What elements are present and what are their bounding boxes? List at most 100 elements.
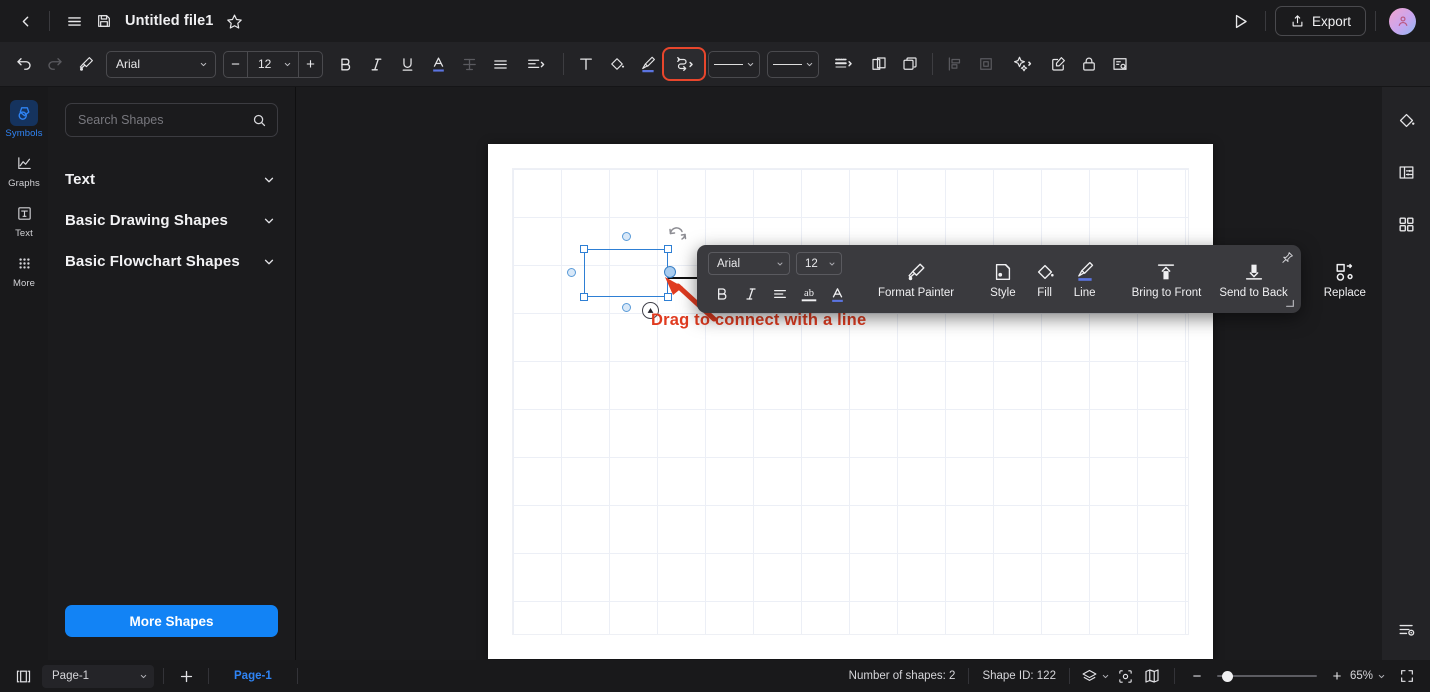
chevron-down-icon[interactable] [262, 173, 276, 187]
text-align-button[interactable] [485, 49, 515, 79]
back-button[interactable] [10, 6, 40, 36]
font-color-button[interactable] [423, 49, 453, 79]
edit-pencil-icon [1052, 57, 1065, 71]
line-style-select[interactable] [708, 50, 760, 78]
format-italic-button[interactable] [737, 281, 764, 307]
format-align-button[interactable] [766, 281, 793, 307]
resize-handle-bl[interactable] [580, 293, 588, 301]
format-font-size-select[interactable]: 12 [796, 252, 842, 275]
format-fill-item[interactable]: Fill [1025, 252, 1065, 307]
right-rail-panel-settings-button[interactable] [1390, 157, 1422, 187]
category-basic-flowchart-shapes[interactable]: Basic Flowchart Shapes [65, 241, 278, 282]
format-painter-button[interactable] [71, 49, 101, 79]
italic-button[interactable] [361, 49, 391, 79]
page-tab-page-1[interactable]: Page-1 [218, 670, 288, 682]
fullscreen-button[interactable] [1394, 664, 1420, 688]
line-width-button[interactable] [823, 49, 863, 79]
undo-button[interactable] [9, 49, 39, 79]
effects-button[interactable] [1002, 49, 1042, 79]
format-font-family-select[interactable]: Arial [708, 252, 790, 275]
category-basic-drawing-shapes[interactable]: Basic Drawing Shapes [65, 200, 278, 241]
format-line-item[interactable]: Line [1065, 252, 1105, 307]
main-menu-button[interactable] [59, 6, 89, 36]
font-family-select[interactable]: Arial [106, 50, 216, 78]
right-rail-apps-button[interactable] [1390, 209, 1422, 239]
replace-shape-item[interactable]: Replace [1315, 252, 1375, 307]
zoom-slider-thumb[interactable] [1221, 670, 1233, 682]
connector-tool-button[interactable] [662, 47, 706, 81]
canvas-area[interactable]: Drag to connect with a line Arial 12 ab … [296, 87, 1382, 660]
shape-rectangle-selected[interactable] [584, 249, 668, 297]
edit-button[interactable] [1043, 49, 1073, 79]
favorite-button[interactable] [219, 6, 249, 36]
map-overview-button[interactable] [1139, 664, 1165, 688]
zoom-out-button[interactable]: − [1184, 664, 1210, 688]
line-spacing-button[interactable] [516, 49, 556, 79]
chevron-down-icon[interactable] [262, 255, 276, 269]
sidebar-item-symbols[interactable]: Symbols [2, 95, 46, 143]
right-rail-fill-button[interactable] [1390, 105, 1422, 135]
play-triangle-icon [1236, 14, 1248, 28]
crop-button[interactable] [971, 49, 1001, 79]
font-size-decrease-button[interactable]: − [224, 52, 247, 77]
strikethrough-button[interactable] [454, 49, 484, 79]
font-size-increase-button[interactable]: + [299, 52, 322, 77]
toggle-panel-button[interactable] [10, 664, 36, 688]
font-size-stepper[interactable]: − 12 + [223, 50, 323, 78]
resize-grip-icon[interactable] [1285, 298, 1295, 308]
group-button[interactable] [864, 49, 894, 79]
add-page-button[interactable] [173, 664, 199, 688]
resize-handle-tl[interactable] [580, 245, 588, 253]
chevron-down-icon[interactable] [262, 214, 276, 228]
align-objects-button[interactable] [940, 49, 970, 79]
more-shapes-button[interactable]: More Shapes [65, 605, 278, 637]
connection-point-left[interactable] [567, 268, 576, 277]
sidebar-item-more[interactable]: More [2, 245, 46, 293]
lock-button[interactable] [1074, 49, 1104, 79]
bold-button[interactable] [330, 49, 360, 79]
page-select[interactable]: Page-1 [42, 664, 154, 688]
zoom-level-select[interactable]: 65% [1350, 670, 1386, 682]
sidebar-item-graphs[interactable]: Graphs [2, 145, 46, 193]
arrow-style-select[interactable] [767, 50, 819, 78]
layers-button[interactable] [1079, 664, 1113, 688]
divider [1068, 668, 1070, 684]
rotate-handle-icon[interactable] [668, 226, 688, 242]
map-overview-icon [1145, 669, 1159, 683]
format-painter-item[interactable]: Format Painter [869, 252, 963, 307]
search-icon[interactable] [252, 113, 267, 128]
export-button[interactable]: Export [1274, 6, 1366, 36]
font-size-select[interactable]: 12 [247, 51, 299, 77]
format-font-color-button[interactable] [824, 281, 851, 307]
connection-point-top[interactable] [622, 232, 631, 241]
grid-apps-icon [1398, 216, 1414, 232]
format-strikethrough-button[interactable]: ab [795, 281, 822, 307]
bring-to-front-item[interactable]: Bring to Front [1123, 252, 1211, 307]
fill-color-button[interactable] [602, 49, 632, 79]
format-bold-button[interactable] [708, 281, 735, 307]
pin-icon[interactable] [1281, 251, 1294, 264]
present-button[interactable] [1226, 6, 1256, 36]
format-style-label: Style [990, 286, 1016, 299]
save-button[interactable] [89, 6, 119, 36]
zoom-in-button[interactable]: + [1324, 664, 1350, 688]
notes-button[interactable] [1105, 49, 1135, 79]
right-rail-layers-button[interactable] [1390, 614, 1422, 644]
focus-button[interactable] [1113, 664, 1139, 688]
duplicate-button[interactable] [895, 49, 925, 79]
insert-text-button[interactable] [571, 49, 601, 79]
search-input[interactable] [78, 113, 252, 127]
search-shapes-box[interactable] [65, 103, 278, 137]
sidebar-item-text[interactable]: Text [2, 195, 46, 243]
zoom-slider[interactable] [1216, 669, 1317, 683]
underline-button[interactable] [392, 49, 422, 79]
redo-button[interactable] [40, 49, 70, 79]
category-text[interactable]: Text [65, 159, 278, 200]
canvas-page[interactable]: Drag to connect with a line [488, 144, 1213, 659]
avatar[interactable] [1389, 7, 1416, 35]
bring-to-front-icon [1158, 263, 1175, 279]
line-color-button[interactable] [633, 49, 663, 79]
connection-point-bottom[interactable] [622, 303, 631, 312]
resize-handle-tr[interactable] [664, 245, 672, 253]
format-style-item[interactable]: Style [981, 252, 1025, 307]
